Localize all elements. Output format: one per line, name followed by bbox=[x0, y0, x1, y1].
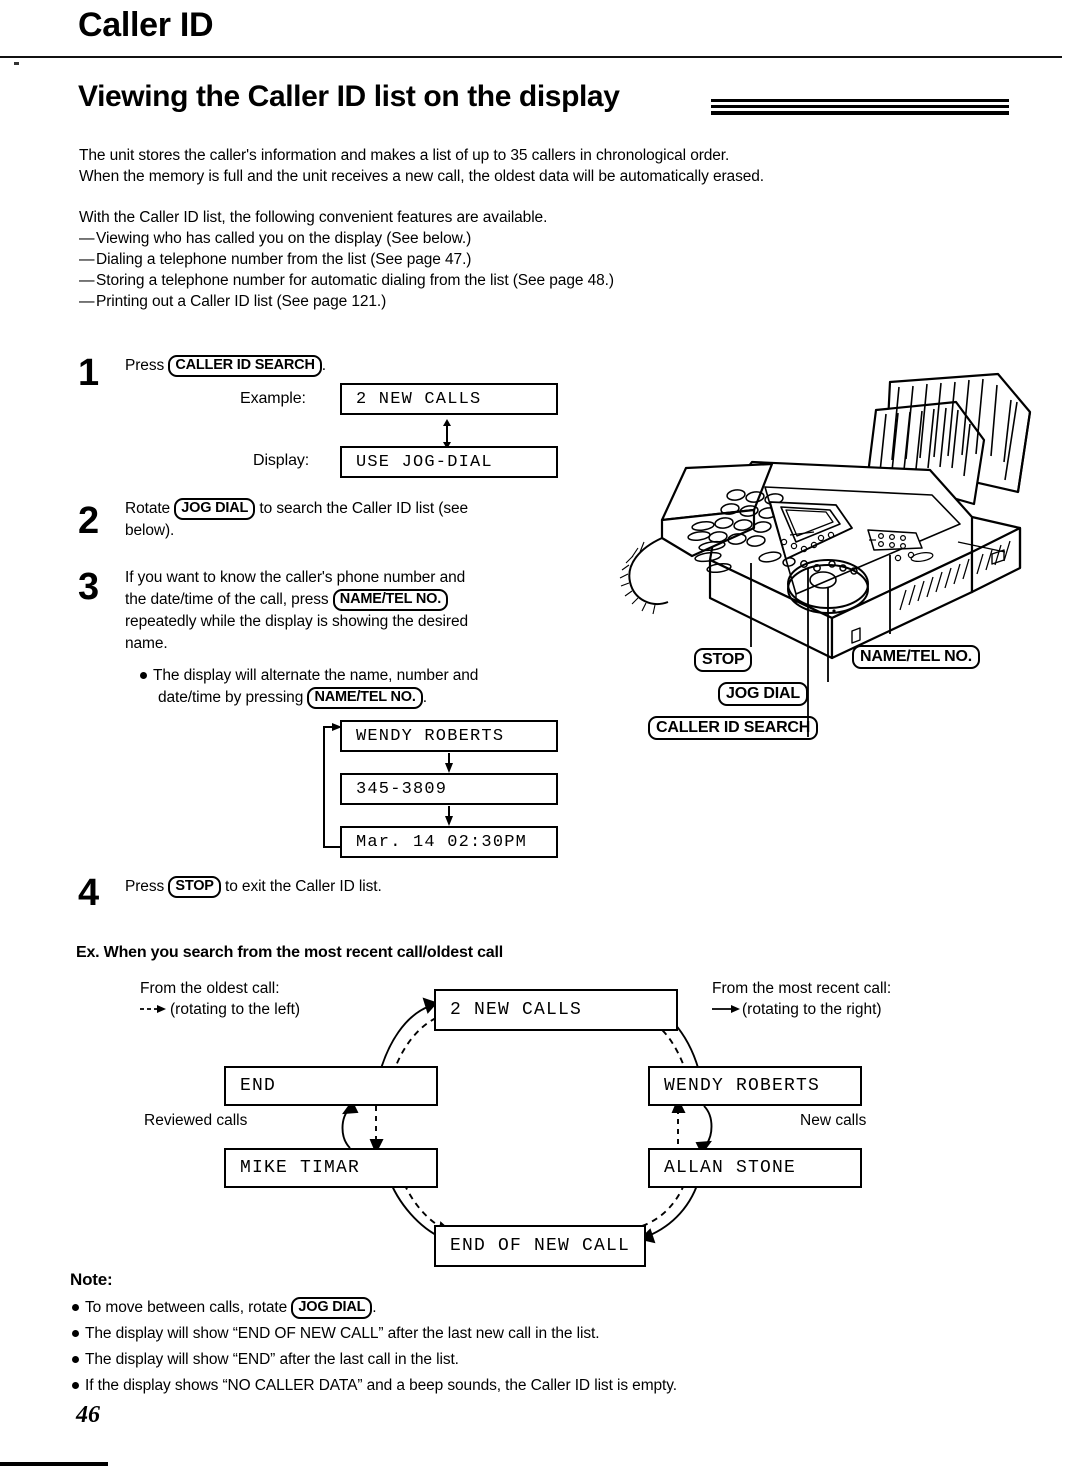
step-4-tail: to exit the Caller ID list. bbox=[224, 878, 382, 895]
list-item: — Dialing a telephone number from the lis… bbox=[79, 251, 472, 268]
step-4-text: Press STOP to exit the Caller ID list. bbox=[125, 876, 585, 898]
manual-page: Caller ID Viewing the Caller ID list on … bbox=[0, 0, 1080, 1473]
step-1-period: . bbox=[321, 357, 326, 374]
step-3-line-3: repeatedly while the display is showing … bbox=[125, 613, 468, 630]
display-label: Display: bbox=[253, 452, 310, 469]
note-item-1-period: . bbox=[372, 1299, 377, 1316]
bullet-dot-icon bbox=[72, 1382, 79, 1389]
stop-key[interactable]: STOP bbox=[168, 876, 221, 898]
callout-caller-id-search[interactable]: CALLER ID SEARCH bbox=[648, 716, 819, 740]
feature-text: Dialing a telephone number from the list… bbox=[96, 251, 472, 268]
intro-paragraph-1: The unit stores the caller's information… bbox=[79, 145, 979, 187]
step-3-bullet: The display will alternate the name, num… bbox=[140, 665, 580, 709]
list-item: — Storing a telephone number for automati… bbox=[79, 272, 614, 289]
diagram-box-mike-timar: MIKE TIMAR bbox=[224, 1148, 438, 1188]
note-item-4-text: If the display shows “NO CALLER DATA” an… bbox=[85, 1377, 677, 1394]
step-2-line-2: below). bbox=[125, 522, 175, 539]
note-item-1-text: To move between calls, rotate bbox=[85, 1299, 288, 1316]
margin-tick-mark bbox=[14, 62, 19, 65]
diagram-box-end-of-new-call: END OF NEW CALL bbox=[434, 1225, 646, 1267]
step-3-bullet-text-b: date/time by pressing bbox=[158, 689, 304, 706]
step-1-text: Press CALLER ID SEARCH. bbox=[125, 355, 545, 377]
diagram-box-wendy-roberts: WENDY ROBERTS bbox=[648, 1066, 862, 1106]
lcd-example-new-calls: 2 NEW CALLS bbox=[340, 383, 558, 415]
bullet-dot-icon bbox=[72, 1330, 79, 1337]
note-heading: Note: bbox=[70, 1270, 113, 1289]
caller-id-search-callout-key[interactable]: CALLER ID SEARCH bbox=[648, 716, 819, 740]
footer-marker-bar bbox=[0, 1462, 108, 1466]
step-2-tail: to search the Caller ID list (see bbox=[259, 500, 469, 517]
diagram-box-top: 2 NEW CALLS bbox=[434, 989, 678, 1031]
header-divider bbox=[0, 56, 1062, 58]
step-3-bullet-line-1: The display will alternate the name, num… bbox=[140, 665, 580, 687]
jog-dial-callout-key[interactable]: JOG DIAL bbox=[718, 682, 808, 706]
name-tel-no-callout-key[interactable]: NAME/TEL NO. bbox=[852, 645, 980, 669]
step-3-line-1: If you want to know the caller's phone n… bbox=[125, 569, 466, 586]
list-item: — Printing out a Caller ID list (See page… bbox=[79, 293, 387, 310]
chapter-title: Caller ID bbox=[78, 6, 214, 44]
dashed-arrow-icon bbox=[140, 1005, 166, 1013]
name-tel-no-key[interactable]: NAME/TEL NO. bbox=[332, 589, 449, 611]
page-number: 46 bbox=[76, 1402, 100, 1428]
note-item-4: If the display shows “NO CALLER DATA” an… bbox=[72, 1377, 677, 1395]
note-item-1: To move between calls, rotate JOG DIAL. bbox=[72, 1297, 377, 1319]
note-item-2-text: The display will show “END OF NEW CALL” … bbox=[85, 1325, 600, 1342]
example-label: Example: bbox=[240, 390, 306, 407]
step-1-press-label: Press bbox=[125, 357, 165, 374]
caller-id-search-key[interactable]: CALLER ID SEARCH bbox=[168, 355, 322, 377]
diagram-box-allan-stone: ALLAN STONE bbox=[648, 1148, 862, 1188]
bullet-dot-icon bbox=[72, 1304, 79, 1311]
bullet-dot-icon bbox=[140, 672, 147, 679]
section-title: Viewing the Caller ID list on the displa… bbox=[78, 80, 620, 113]
step-2-rotate-label: Rotate bbox=[125, 500, 171, 517]
note-item-3: The display will show “END” after the la… bbox=[72, 1351, 459, 1369]
fax-machine-illustration bbox=[600, 352, 1050, 752]
step-number-4: 4 bbox=[78, 872, 100, 914]
jog-dial-key[interactable]: JOG DIAL bbox=[174, 498, 256, 520]
cycle-loop-arrows bbox=[318, 715, 568, 865]
callout-jog-dial[interactable]: JOG DIAL bbox=[718, 682, 808, 706]
step-3-text: If you want to know the caller's phone n… bbox=[125, 567, 575, 655]
step-3-line-2: the date/time of the call, press NAME/TE… bbox=[125, 589, 575, 611]
note-item-2: The display will show “END OF NEW CALL” … bbox=[72, 1325, 600, 1343]
step-3-line-2-text: the date/time of the call, press bbox=[125, 591, 329, 608]
step-number-2: 2 bbox=[78, 500, 100, 542]
lcd-use-jog-dial: USE JOG-DIAL bbox=[340, 446, 558, 478]
callout-name-tel-no[interactable]: NAME/TEL NO. bbox=[852, 645, 980, 669]
feature-text: Viewing who has called you on the displa… bbox=[96, 230, 472, 247]
jog-dial-note-key[interactable]: JOG DIAL bbox=[291, 1297, 373, 1319]
feature-text: Storing a telephone number for automatic… bbox=[96, 272, 614, 289]
feature-list: — Viewing who has called you on the displ… bbox=[79, 228, 979, 312]
step-3-bullet-period: . bbox=[422, 689, 427, 706]
list-item: — Viewing who has called you on the displ… bbox=[79, 230, 472, 247]
diagram-box-end: END bbox=[224, 1066, 438, 1106]
feature-text: Printing out a Caller ID list (See page … bbox=[96, 293, 387, 310]
stop-callout-key[interactable]: STOP bbox=[694, 648, 753, 672]
step-number-3: 3 bbox=[78, 566, 100, 608]
intro-paragraph-2: With the Caller ID list, the following c… bbox=[79, 209, 548, 226]
name-tel-no-key-2[interactable]: NAME/TEL NO. bbox=[307, 687, 423, 709]
label-reviewed-calls: Reviewed calls bbox=[144, 1112, 248, 1129]
step-4-press-label: Press bbox=[125, 878, 165, 895]
double-arrow-icon bbox=[440, 419, 454, 449]
callout-stop[interactable]: STOP bbox=[694, 648, 753, 672]
step-3-line-4: name. bbox=[125, 635, 168, 652]
step-2-text: Rotate JOG DIAL to search the Caller ID … bbox=[125, 498, 565, 542]
step-number-1: 1 bbox=[78, 352, 100, 394]
intro-line-1: The unit stores the caller's information… bbox=[79, 147, 730, 164]
note-item-3-text: The display will show “END” after the la… bbox=[85, 1351, 459, 1368]
example-heading: Ex. When you search from the most recent… bbox=[76, 944, 503, 961]
section-title-rule bbox=[711, 99, 1009, 118]
step-3-bullet-line-2: date/time by pressing NAME/TEL NO.. bbox=[140, 687, 580, 709]
label-new-calls: New calls bbox=[800, 1112, 867, 1129]
bullet-dot-icon bbox=[72, 1356, 79, 1363]
intro-line-2: When the memory is full and the unit rec… bbox=[79, 168, 764, 185]
step-3-bullet-text-a: The display will alternate the name, num… bbox=[153, 667, 479, 684]
